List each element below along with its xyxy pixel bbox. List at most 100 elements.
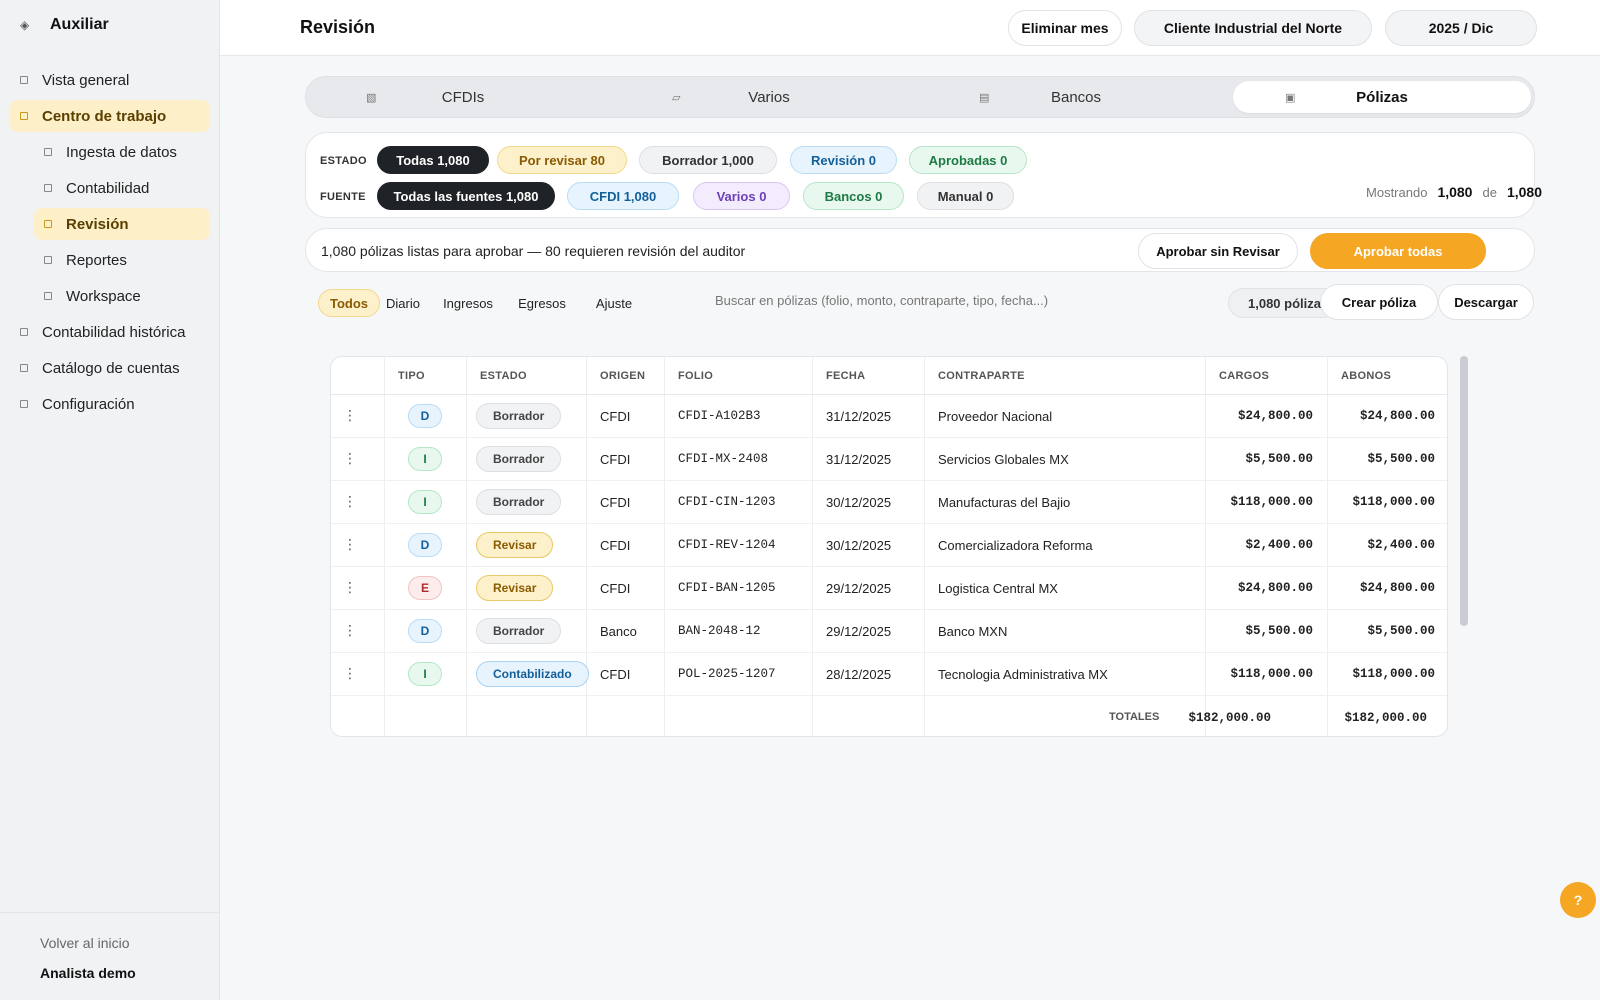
table-row[interactable]: ⋮ E Revisar CFDI CFDI-BAN-1205 29/12/2025 Logi…	[331, 567, 1447, 610]
fuente-chip-todas[interactable]: Todas las fuentes 1,080	[377, 182, 555, 210]
sidebar-item-vista-general[interactable]: Vista general	[10, 64, 210, 96]
row-menu-icon[interactable]: ⋮	[343, 536, 357, 553]
square-icon	[44, 220, 52, 228]
ledger-icon: ▣	[1285, 91, 1296, 104]
sidebar-item-workspace[interactable]: Workspace	[34, 280, 210, 312]
sidebar-item-centro-de-trabajo[interactable]: Centro de trabajo	[10, 100, 210, 132]
totals-row: TOTALES $182,000.00 $182,000.00	[331, 699, 1447, 736]
tipo-badge: I	[408, 662, 442, 686]
fecha-cell: 30/12/2025	[826, 495, 892, 510]
contraparte-cell: Comercializadora Reforma	[938, 538, 1093, 553]
tipo-badge: I	[408, 490, 442, 514]
approve-all-button[interactable]: Aprobar todas	[1310, 233, 1486, 269]
table-row[interactable]: ⋮ I Contabilizado CFDI POL-2025-1207 28/12/20…	[331, 653, 1447, 696]
folio-cell[interactable]: CFDI-MX-2408	[678, 452, 768, 466]
table-header: TIPO ESTADO ORIGEN FOLIO FECHA CONTRAPAR…	[331, 357, 1447, 395]
type-tab-diario[interactable]: Diario	[380, 289, 426, 317]
abonos-cell: $118,000.00	[1352, 667, 1435, 681]
table-row[interactable]: ⋮ I Borrador CFDI CFDI-MX-2408 31/12/2025 Serv…	[331, 438, 1447, 481]
square-icon	[44, 256, 52, 264]
fuente-chip-bancos[interactable]: Bancos 0	[803, 182, 904, 210]
estado-chip-revision[interactable]: Revisión 0	[790, 146, 897, 174]
brand[interactable]: ◈ Auxiliar	[20, 16, 109, 34]
abonos-cell: $2,400.00	[1367, 538, 1435, 552]
row-menu-icon[interactable]: ⋮	[343, 450, 357, 467]
tab-varios[interactable]: ▱ Varios	[620, 81, 918, 113]
row-menu-icon[interactable]: ⋮	[343, 665, 357, 682]
help-button[interactable]: ?	[1560, 882, 1596, 918]
header-abonos[interactable]: ABONOS	[1341, 370, 1391, 382]
sidebar-item-contabilidad-historica[interactable]: Contabilidad histórica	[10, 316, 210, 348]
table-row[interactable]: ⋮ I Borrador CFDI CFDI-CIN-1203 30/12/2025 Man…	[331, 481, 1447, 524]
folio-cell[interactable]: BAN-2048-12	[678, 624, 761, 638]
type-tab-egresos[interactable]: Egresos	[510, 289, 574, 317]
tab-bancos[interactable]: ▤ Bancos	[927, 81, 1225, 113]
contraparte-cell: Manufacturas del Bajio	[938, 495, 1071, 510]
user-name: Analista demo	[40, 965, 136, 981]
table-row[interactable]: ⋮ D Borrador CFDI CFDI-A102B3 31/12/2025 Prove…	[331, 395, 1447, 438]
search-input[interactable]	[715, 293, 1175, 308]
source-tabs: ▧ CFDIs ▱ Varios ▤ Bancos ▣ Pólizas	[305, 76, 1535, 118]
contraparte-cell: Tecnologia Administrativa MX	[938, 667, 1108, 682]
header-folio[interactable]: FOLIO	[678, 370, 713, 382]
tab-polizas[interactable]: ▣ Pólizas	[1233, 81, 1531, 113]
showing-count: Mostrando 1,080 de 1,080	[1366, 184, 1542, 200]
table-row[interactable]: ⋮ D Revisar CFDI CFDI-REV-1204 30/12/2025 Come…	[331, 524, 1447, 567]
row-menu-icon[interactable]: ⋮	[343, 493, 357, 510]
fuente-chip-varios[interactable]: Varios 0	[693, 182, 790, 210]
type-tab-ingresos[interactable]: Ingresos	[436, 289, 500, 317]
row-menu-icon[interactable]: ⋮	[343, 407, 357, 424]
folio-cell[interactable]: CFDI-REV-1204	[678, 538, 776, 552]
cargos-cell: $5,500.00	[1245, 452, 1313, 466]
sidebar-item-label: Ingesta de datos	[66, 143, 177, 161]
fecha-cell: 28/12/2025	[826, 667, 892, 682]
estado-chip-por-revisar[interactable]: Por revisar 80	[497, 146, 627, 174]
delete-month-button[interactable]: Eliminar mes	[1008, 10, 1122, 46]
row-menu-icon[interactable]: ⋮	[343, 579, 357, 596]
back-home-link[interactable]: Volver al inicio	[40, 935, 219, 951]
folio-cell[interactable]: CFDI-BAN-1205	[678, 581, 776, 595]
client-selector[interactable]: Cliente Industrial del Norte	[1134, 10, 1372, 46]
period-selector[interactable]: 2025 / Dic	[1385, 10, 1537, 46]
header-origen[interactable]: ORIGEN	[600, 370, 645, 382]
approval-bar: 1,080 pólizas listas para aprobar — 80 r…	[305, 228, 1535, 272]
sidebar-item-revision[interactable]: Revisión	[34, 208, 210, 240]
header-contraparte[interactable]: CONTRAPARTE	[938, 370, 1025, 382]
row-menu-icon[interactable]: ⋮	[343, 622, 357, 639]
top-header: Revisión Eliminar mes Cliente Industrial…	[220, 0, 1600, 56]
estado-chip-borrador[interactable]: Borrador 1,000	[639, 146, 777, 174]
tipo-badge: D	[408, 404, 442, 428]
download-button[interactable]: Descargar	[1438, 284, 1534, 320]
polizas-table: TIPO ESTADO ORIGEN FOLIO FECHA CONTRAPAR…	[330, 356, 1448, 737]
sidebar-item-configuracion[interactable]: Configuración	[10, 388, 210, 420]
sidebar-item-catalogo[interactable]: Catálogo de cuentas	[10, 352, 210, 384]
folio-cell[interactable]: POL-2025-1207	[678, 667, 776, 681]
sidebar-item-reportes[interactable]: Reportes	[34, 244, 210, 276]
estado-chip-todas[interactable]: Todas 1,080	[377, 146, 489, 174]
sidebar: ◈ Auxiliar Vista general Centro de traba…	[0, 0, 220, 1000]
table-row[interactable]: ⋮ D Borrador Banco BAN-2048-12 29/12/2025 Banc…	[331, 610, 1447, 653]
tab-label: Pólizas	[1356, 88, 1408, 106]
type-tab-todos[interactable]: Todos	[318, 289, 380, 317]
approve-without-review-button[interactable]: Aprobar sin Revisar	[1138, 233, 1298, 269]
folio-cell[interactable]: CFDI-A102B3	[678, 409, 761, 423]
fuente-chip-manual[interactable]: Manual 0	[917, 182, 1014, 210]
fecha-cell: 31/12/2025	[826, 409, 892, 424]
create-poliza-button[interactable]: Crear póliza	[1320, 284, 1438, 320]
header-tipo[interactable]: TIPO	[398, 370, 425, 382]
tab-cfdis[interactable]: ▧ CFDIs	[314, 81, 612, 113]
fuente-chip-cfdi[interactable]: CFDI 1,080	[567, 182, 679, 210]
sidebar-nav: Vista general Centro de trabajo Ingesta …	[10, 64, 210, 424]
square-icon	[20, 400, 28, 408]
header-fecha[interactable]: FECHA	[826, 370, 865, 382]
estado-badge: Borrador	[476, 403, 562, 429]
header-cargos[interactable]: CARGOS	[1219, 370, 1269, 382]
header-estado[interactable]: ESTADO	[480, 370, 527, 382]
sidebar-item-ingesta[interactable]: Ingesta de datos	[34, 136, 210, 168]
folio-cell[interactable]: CFDI-CIN-1203	[678, 495, 776, 509]
estado-chip-aprobadas[interactable]: Aprobadas 0	[909, 146, 1027, 174]
table-scrollbar[interactable]	[1460, 356, 1468, 626]
square-icon	[20, 364, 28, 372]
type-tab-ajuste[interactable]: Ajuste	[588, 289, 640, 317]
sidebar-item-contabilidad[interactable]: Contabilidad	[34, 172, 210, 204]
